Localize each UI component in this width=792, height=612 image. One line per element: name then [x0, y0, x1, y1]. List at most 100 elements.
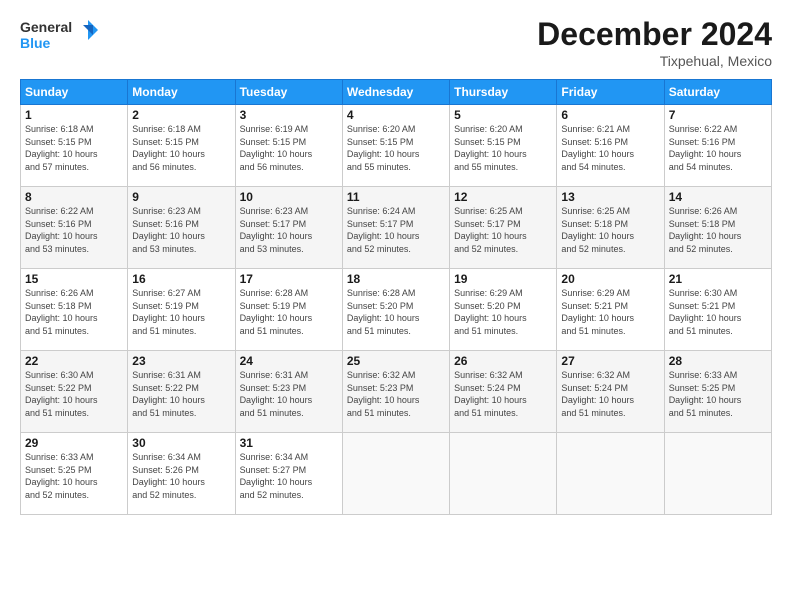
- day-info: Sunrise: 6:29 AM Sunset: 5:21 PM Dayligh…: [561, 288, 634, 336]
- day-info: Sunrise: 6:33 AM Sunset: 5:25 PM Dayligh…: [25, 452, 98, 500]
- calendar-cell: 5 Sunrise: 6:20 AM Sunset: 5:15 PM Dayli…: [450, 105, 557, 187]
- day-info: Sunrise: 6:26 AM Sunset: 5:18 PM Dayligh…: [25, 288, 98, 336]
- day-info: Sunrise: 6:21 AM Sunset: 5:16 PM Dayligh…: [561, 124, 634, 172]
- day-info: Sunrise: 6:33 AM Sunset: 5:25 PM Dayligh…: [669, 370, 742, 418]
- day-number: 12: [454, 190, 552, 204]
- day-info: Sunrise: 6:34 AM Sunset: 5:27 PM Dayligh…: [240, 452, 313, 500]
- day-number: 14: [669, 190, 767, 204]
- day-info: Sunrise: 6:31 AM Sunset: 5:22 PM Dayligh…: [132, 370, 205, 418]
- day-number: 1: [25, 108, 123, 122]
- calendar-cell: 31 Sunrise: 6:34 AM Sunset: 5:27 PM Dayl…: [235, 433, 342, 515]
- day-number: 23: [132, 354, 230, 368]
- calendar-week-5: 29 Sunrise: 6:33 AM Sunset: 5:25 PM Dayl…: [21, 433, 772, 515]
- day-info: Sunrise: 6:34 AM Sunset: 5:26 PM Dayligh…: [132, 452, 205, 500]
- calendar-cell: 30 Sunrise: 6:34 AM Sunset: 5:26 PM Dayl…: [128, 433, 235, 515]
- day-info: Sunrise: 6:20 AM Sunset: 5:15 PM Dayligh…: [454, 124, 527, 172]
- title-block: December 2024 Tixpehual, Mexico: [537, 16, 772, 69]
- calendar-cell: 20 Sunrise: 6:29 AM Sunset: 5:21 PM Dayl…: [557, 269, 664, 351]
- day-info: Sunrise: 6:30 AM Sunset: 5:21 PM Dayligh…: [669, 288, 742, 336]
- day-info: Sunrise: 6:24 AM Sunset: 5:17 PM Dayligh…: [347, 206, 420, 254]
- day-info: Sunrise: 6:25 AM Sunset: 5:17 PM Dayligh…: [454, 206, 527, 254]
- day-number: 19: [454, 272, 552, 286]
- day-number: 28: [669, 354, 767, 368]
- day-info: Sunrise: 6:27 AM Sunset: 5:19 PM Dayligh…: [132, 288, 205, 336]
- calendar-cell: 16 Sunrise: 6:27 AM Sunset: 5:19 PM Dayl…: [128, 269, 235, 351]
- calendar-cell: 13 Sunrise: 6:25 AM Sunset: 5:18 PM Dayl…: [557, 187, 664, 269]
- calendar-cell: 14 Sunrise: 6:26 AM Sunset: 5:18 PM Dayl…: [664, 187, 771, 269]
- day-number: 21: [669, 272, 767, 286]
- header: General Blue December 2024 Tixpehual, Me…: [20, 16, 772, 69]
- calendar-cell: 7 Sunrise: 6:22 AM Sunset: 5:16 PM Dayli…: [664, 105, 771, 187]
- calendar-body: 1 Sunrise: 6:18 AM Sunset: 5:15 PM Dayli…: [21, 105, 772, 515]
- subtitle: Tixpehual, Mexico: [537, 53, 772, 69]
- calendar-cell: 8 Sunrise: 6:22 AM Sunset: 5:16 PM Dayli…: [21, 187, 128, 269]
- logo: General Blue: [20, 16, 100, 63]
- day-info: Sunrise: 6:23 AM Sunset: 5:17 PM Dayligh…: [240, 206, 313, 254]
- svg-text:Blue: Blue: [20, 35, 51, 51]
- calendar-cell: 6 Sunrise: 6:21 AM Sunset: 5:16 PM Dayli…: [557, 105, 664, 187]
- calendar-cell: 23 Sunrise: 6:31 AM Sunset: 5:22 PM Dayl…: [128, 351, 235, 433]
- day-info: Sunrise: 6:18 AM Sunset: 5:15 PM Dayligh…: [132, 124, 205, 172]
- calendar-header-saturday: Saturday: [664, 80, 771, 105]
- day-number: 10: [240, 190, 338, 204]
- calendar-cell: 3 Sunrise: 6:19 AM Sunset: 5:15 PM Dayli…: [235, 105, 342, 187]
- calendar-cell: [664, 433, 771, 515]
- day-info: Sunrise: 6:22 AM Sunset: 5:16 PM Dayligh…: [25, 206, 98, 254]
- calendar-cell: 2 Sunrise: 6:18 AM Sunset: 5:15 PM Dayli…: [128, 105, 235, 187]
- day-number: 5: [454, 108, 552, 122]
- calendar-week-2: 8 Sunrise: 6:22 AM Sunset: 5:16 PM Dayli…: [21, 187, 772, 269]
- day-info: Sunrise: 6:20 AM Sunset: 5:15 PM Dayligh…: [347, 124, 420, 172]
- day-number: 16: [132, 272, 230, 286]
- calendar-cell: 27 Sunrise: 6:32 AM Sunset: 5:24 PM Dayl…: [557, 351, 664, 433]
- day-number: 4: [347, 108, 445, 122]
- main-title: December 2024: [537, 16, 772, 53]
- calendar-cell: 11 Sunrise: 6:24 AM Sunset: 5:17 PM Dayl…: [342, 187, 449, 269]
- day-number: 13: [561, 190, 659, 204]
- day-number: 31: [240, 436, 338, 450]
- day-number: 2: [132, 108, 230, 122]
- day-info: Sunrise: 6:26 AM Sunset: 5:18 PM Dayligh…: [669, 206, 742, 254]
- calendar-header-row: SundayMondayTuesdayWednesdayThursdayFrid…: [21, 80, 772, 105]
- calendar-cell: [557, 433, 664, 515]
- day-number: 22: [25, 354, 123, 368]
- calendar-week-1: 1 Sunrise: 6:18 AM Sunset: 5:15 PM Dayli…: [21, 105, 772, 187]
- day-info: Sunrise: 6:31 AM Sunset: 5:23 PM Dayligh…: [240, 370, 313, 418]
- day-number: 15: [25, 272, 123, 286]
- calendar-cell: 15 Sunrise: 6:26 AM Sunset: 5:18 PM Dayl…: [21, 269, 128, 351]
- day-number: 20: [561, 272, 659, 286]
- calendar-cell: 22 Sunrise: 6:30 AM Sunset: 5:22 PM Dayl…: [21, 351, 128, 433]
- day-info: Sunrise: 6:25 AM Sunset: 5:18 PM Dayligh…: [561, 206, 634, 254]
- day-number: 24: [240, 354, 338, 368]
- calendar-header-wednesday: Wednesday: [342, 80, 449, 105]
- day-info: Sunrise: 6:32 AM Sunset: 5:24 PM Dayligh…: [454, 370, 527, 418]
- calendar-cell: [450, 433, 557, 515]
- calendar-cell: 28 Sunrise: 6:33 AM Sunset: 5:25 PM Dayl…: [664, 351, 771, 433]
- logo-icon: General Blue: [20, 16, 100, 58]
- day-number: 25: [347, 354, 445, 368]
- calendar-header-tuesday: Tuesday: [235, 80, 342, 105]
- day-number: 29: [25, 436, 123, 450]
- calendar-header-sunday: Sunday: [21, 80, 128, 105]
- day-info: Sunrise: 6:23 AM Sunset: 5:16 PM Dayligh…: [132, 206, 205, 254]
- calendar-cell: 9 Sunrise: 6:23 AM Sunset: 5:16 PM Dayli…: [128, 187, 235, 269]
- day-info: Sunrise: 6:18 AM Sunset: 5:15 PM Dayligh…: [25, 124, 98, 172]
- day-info: Sunrise: 6:22 AM Sunset: 5:16 PM Dayligh…: [669, 124, 742, 172]
- calendar-header-monday: Monday: [128, 80, 235, 105]
- calendar-cell: 17 Sunrise: 6:28 AM Sunset: 5:19 PM Dayl…: [235, 269, 342, 351]
- calendar-cell: 19 Sunrise: 6:29 AM Sunset: 5:20 PM Dayl…: [450, 269, 557, 351]
- day-number: 26: [454, 354, 552, 368]
- calendar-week-4: 22 Sunrise: 6:30 AM Sunset: 5:22 PM Dayl…: [21, 351, 772, 433]
- day-number: 7: [669, 108, 767, 122]
- day-number: 30: [132, 436, 230, 450]
- day-number: 3: [240, 108, 338, 122]
- calendar-cell: 25 Sunrise: 6:32 AM Sunset: 5:23 PM Dayl…: [342, 351, 449, 433]
- calendar-cell: 1 Sunrise: 6:18 AM Sunset: 5:15 PM Dayli…: [21, 105, 128, 187]
- day-info: Sunrise: 6:32 AM Sunset: 5:23 PM Dayligh…: [347, 370, 420, 418]
- day-info: Sunrise: 6:30 AM Sunset: 5:22 PM Dayligh…: [25, 370, 98, 418]
- day-info: Sunrise: 6:28 AM Sunset: 5:20 PM Dayligh…: [347, 288, 420, 336]
- day-number: 8: [25, 190, 123, 204]
- calendar-cell: 29 Sunrise: 6:33 AM Sunset: 5:25 PM Dayl…: [21, 433, 128, 515]
- day-number: 17: [240, 272, 338, 286]
- day-info: Sunrise: 6:32 AM Sunset: 5:24 PM Dayligh…: [561, 370, 634, 418]
- day-info: Sunrise: 6:28 AM Sunset: 5:19 PM Dayligh…: [240, 288, 313, 336]
